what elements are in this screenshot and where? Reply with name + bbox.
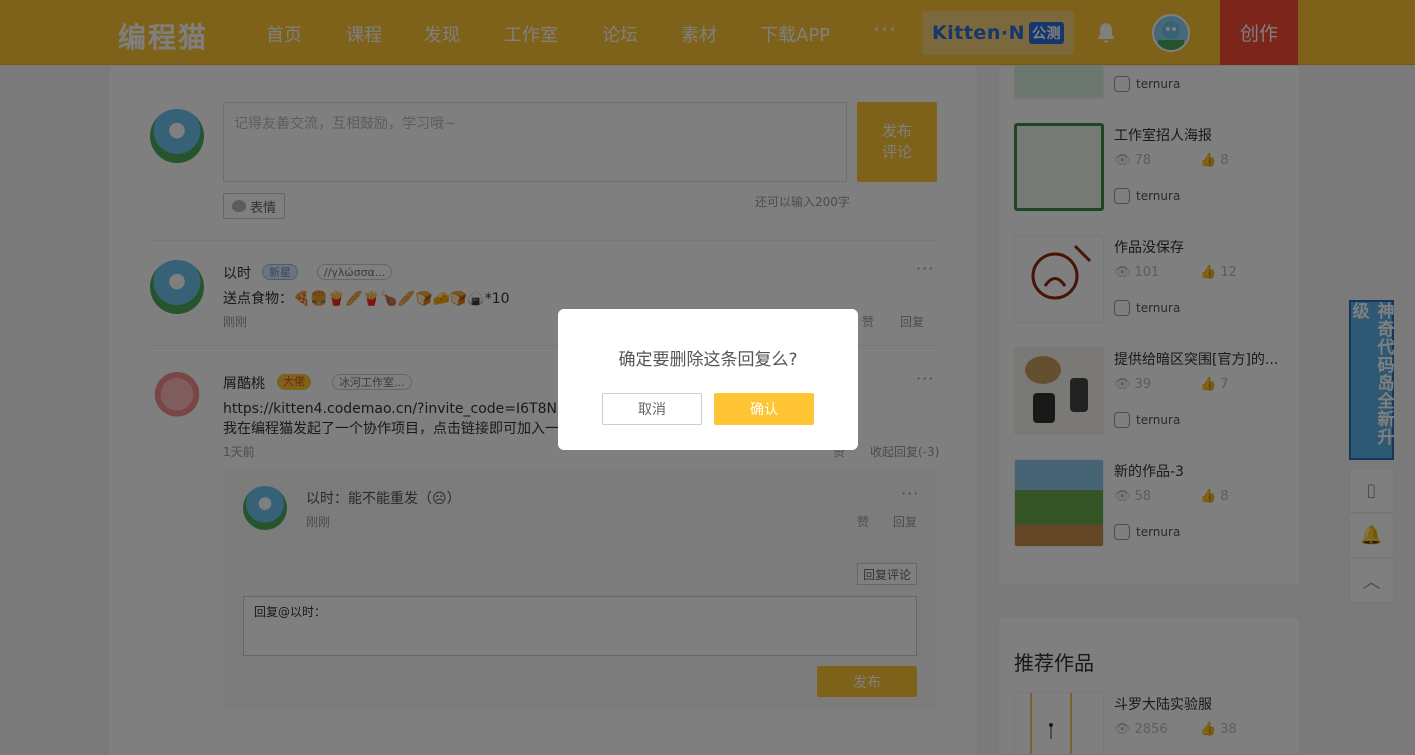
- confirm-delete-dialog: 确定要删除这条回复么? 取消 确认: [558, 309, 858, 450]
- cancel-button[interactable]: 取消: [602, 393, 702, 425]
- dialog-message: 确定要删除这条回复么?: [618, 350, 798, 370]
- confirm-button[interactable]: 确认: [714, 393, 814, 425]
